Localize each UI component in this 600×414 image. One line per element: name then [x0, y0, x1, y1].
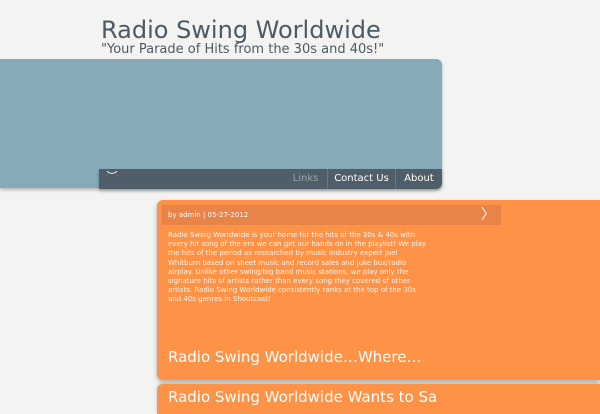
- site-tagline: "Your Parade of Hits from the 30s and 40…: [101, 42, 385, 57]
- nav-item-about[interactable]: About: [396, 169, 442, 189]
- post-title-link-2[interactable]: Radio Swing Worldwide Wants to Sa: [168, 388, 437, 406]
- nav-bar: ︶ Links Contact Us About: [99, 169, 442, 189]
- post-meta: by admin | 05-27-2012: [168, 211, 249, 219]
- chevron-right-icon[interactable]: 〉: [481, 205, 495, 225]
- nav-item-links[interactable]: Links: [284, 169, 327, 189]
- post-body: Radio Swing Worldwide is your home for t…: [168, 231, 427, 304]
- nav-item-contact-us[interactable]: Contact Us: [328, 169, 395, 189]
- post-title-link[interactable]: Radio Swing Worldwide…Where…: [168, 348, 421, 366]
- site-title[interactable]: Radio Swing Worldwide: [101, 16, 381, 44]
- post-meta-bar: by admin | 05-27-2012 〉: [162, 205, 501, 225]
- post-card: by admin | 05-27-2012 〉 Radio Swing Worl…: [157, 200, 600, 380]
- post-card-2: Radio Swing Worldwide Wants to Sa: [157, 384, 600, 414]
- nav-toggle-icon[interactable]: ︶: [105, 169, 119, 189]
